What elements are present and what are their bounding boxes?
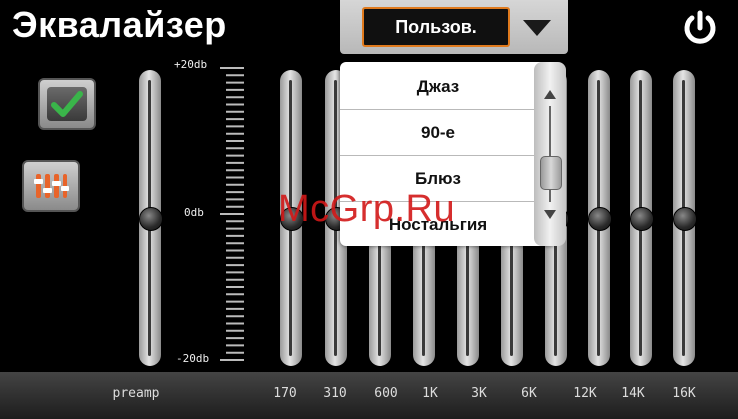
scroll-down-icon[interactable]: [544, 210, 556, 219]
page-title: Эквалайзер: [12, 4, 227, 45]
preset-selected-value[interactable]: Пользов.: [362, 7, 510, 47]
band-label: 170: [273, 386, 297, 401]
scroll-up-icon[interactable]: [544, 90, 556, 99]
confirm-button[interactable]: [38, 78, 96, 130]
top-bar: Эквалайзер Пользов.: [0, 0, 738, 55]
db-scale: +20db 0db -20db: [168, 58, 248, 368]
equalizer-settings-button[interactable]: [22, 160, 80, 212]
scroll-thumb[interactable]: [540, 156, 562, 190]
watermark: McGrp.Ru: [278, 188, 456, 230]
band-label: 16K: [672, 386, 696, 401]
band-label: 3K: [471, 386, 487, 401]
band-label: 310: [323, 386, 347, 401]
band-slider-knob[interactable]: [630, 207, 654, 231]
band-label: 14K: [621, 386, 645, 401]
band-slider-knob[interactable]: [588, 207, 612, 231]
band-label: 12K: [573, 386, 597, 401]
dropdown-arrow-icon[interactable]: [523, 20, 551, 36]
equalizer-sliders-icon: [34, 174, 69, 198]
preset-dropdown[interactable]: Пользов.: [340, 0, 568, 54]
preset-list-scrollbar[interactable]: [534, 62, 566, 246]
checkmark-icon: [51, 91, 83, 117]
band-label: 600: [374, 386, 398, 401]
preamp-slider-knob[interactable]: [139, 207, 163, 231]
preset-item-jazz[interactable]: Джаз: [340, 64, 536, 110]
band-label: 6K: [521, 386, 537, 401]
power-icon: [684, 10, 716, 44]
band-label: preamp: [112, 386, 160, 401]
power-button[interactable]: [680, 8, 720, 48]
band-label: 1K: [422, 386, 438, 401]
preset-item-90s[interactable]: 90-е: [340, 110, 536, 156]
scale-ticks: [220, 67, 244, 361]
band-slider-knob[interactable]: [673, 207, 697, 231]
